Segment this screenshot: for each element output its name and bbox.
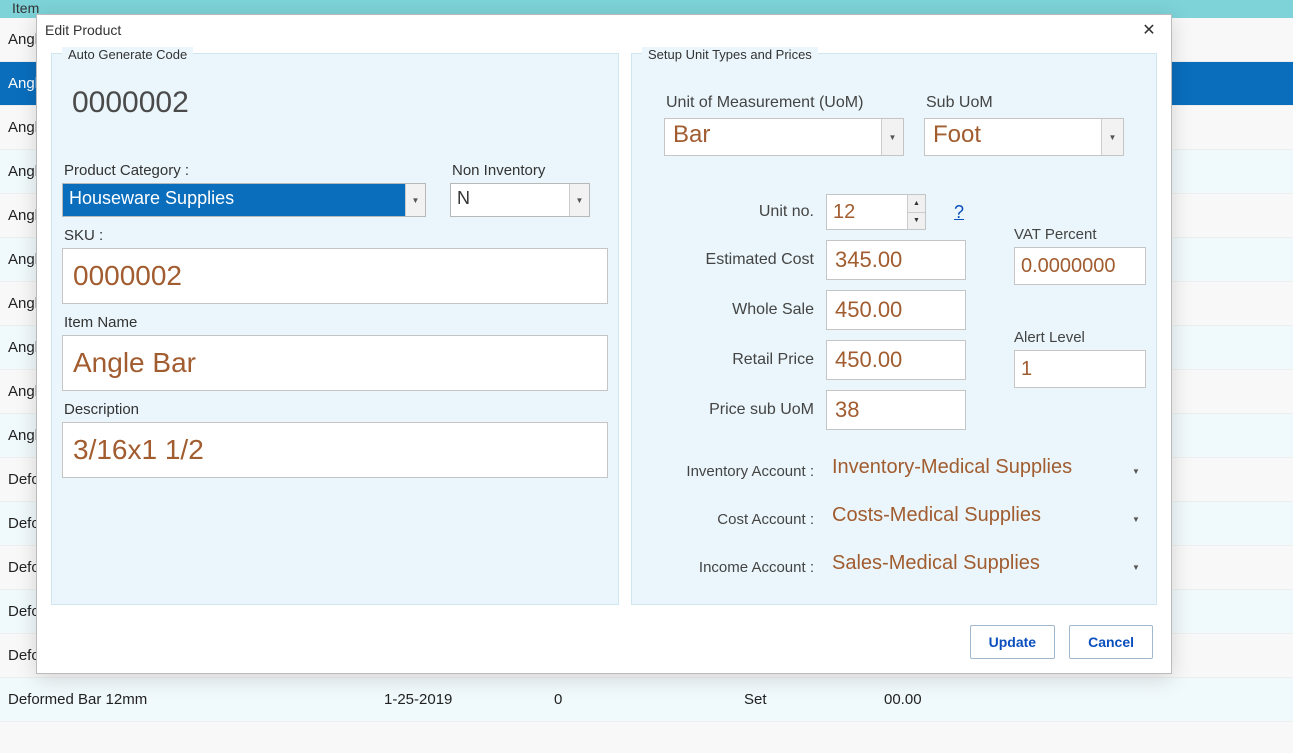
estcost-label: Estimated Cost xyxy=(664,251,814,269)
costacct-label: Cost Account : xyxy=(664,511,814,528)
chevron-down-icon: ▼ xyxy=(1126,548,1146,586)
edit-product-dialog: Edit Product ✕ Auto Generate Code 000000… xyxy=(36,14,1172,674)
chevron-down-icon: ▼ xyxy=(1126,500,1146,538)
noninv-dropdown[interactable]: N ▼ xyxy=(450,183,590,217)
chevron-down-icon: ▼ xyxy=(1101,119,1123,155)
retail-label: Retail Price xyxy=(664,351,814,369)
chevron-down-icon: ▼ xyxy=(881,119,903,155)
unitno-label: Unit no. xyxy=(664,203,814,221)
invacct-label: Inventory Account : xyxy=(664,463,814,480)
dialog-title: Edit Product xyxy=(45,22,121,38)
spin-down-icon[interactable]: ▼ xyxy=(908,213,925,230)
itemname-label: Item Name xyxy=(64,314,608,331)
description-input[interactable] xyxy=(62,422,608,478)
incomeacct-value: Sales-Medical Supplies xyxy=(826,548,1126,586)
subuom-label: Sub UoM xyxy=(924,94,1124,112)
help-link[interactable]: ? xyxy=(954,202,964,223)
left-panel: Auto Generate Code 0000002 Product Categ… xyxy=(51,53,619,605)
cell: 00.00 xyxy=(884,691,1034,708)
wholesale-label: Whole Sale xyxy=(664,301,814,319)
close-button[interactable]: ✕ xyxy=(1135,18,1163,42)
vat-input[interactable] xyxy=(1014,247,1146,285)
subuom-dropdown[interactable]: Foot ▼ xyxy=(924,118,1124,156)
incomeacct-dropdown[interactable]: Sales-Medical Supplies ▼ xyxy=(826,548,1146,586)
invacct-dropdown[interactable]: Inventory-Medical Supplies ▼ xyxy=(826,452,1146,490)
desc-label: Description xyxy=(64,401,608,418)
alert-input[interactable] xyxy=(1014,350,1146,388)
sku-input[interactable] xyxy=(62,248,608,304)
cancel-button[interactable]: Cancel xyxy=(1069,625,1153,659)
pricing-legend: Setup Unit Types and Prices xyxy=(642,47,818,62)
itemname-input[interactable] xyxy=(62,335,608,391)
cell: 1-25-2019 xyxy=(384,691,554,708)
chevron-down-icon: ▼ xyxy=(1126,452,1146,490)
cell: 0 xyxy=(554,691,744,708)
uom-value: Bar xyxy=(665,119,881,155)
pricesub-label: Price sub UoM xyxy=(664,401,814,419)
spin-up-icon[interactable]: ▲ xyxy=(908,195,925,213)
subuom-value: Foot xyxy=(925,119,1101,155)
chevron-down-icon: ▼ xyxy=(405,184,425,216)
chevron-down-icon: ▼ xyxy=(569,184,589,216)
pricesub-input[interactable] xyxy=(826,390,966,430)
category-value: Houseware Supplies xyxy=(63,184,405,216)
cell: Deformed Bar 12mm xyxy=(4,691,384,708)
unitno-stepper[interactable]: ▲ ▼ xyxy=(826,194,926,230)
autogen-code: 0000002 xyxy=(62,76,608,148)
autogen-legend: Auto Generate Code xyxy=(62,47,193,62)
retail-input[interactable] xyxy=(826,340,966,380)
close-icon: ✕ xyxy=(1142,20,1155,40)
noninv-label: Non Inventory xyxy=(452,162,590,179)
incomeacct-label: Income Account : xyxy=(664,559,814,576)
dialog-titlebar: Edit Product ✕ xyxy=(37,15,1171,45)
costacct-value: Costs-Medical Supplies xyxy=(826,500,1126,538)
dialog-footer: Update Cancel xyxy=(970,625,1153,659)
cell: Set xyxy=(744,691,884,708)
uom-dropdown[interactable]: Bar ▼ xyxy=(664,118,904,156)
vat-label: VAT Percent xyxy=(1014,226,1146,243)
table-row[interactable]: Deformed Bar 12mm1-25-20190Set00.00 xyxy=(0,678,1293,722)
alert-label: Alert Level xyxy=(1014,329,1146,346)
category-label: Product Category : xyxy=(64,162,426,179)
sku-label: SKU : xyxy=(64,227,608,244)
invacct-value: Inventory-Medical Supplies xyxy=(826,452,1126,490)
estcost-input[interactable] xyxy=(826,240,966,280)
category-dropdown[interactable]: Houseware Supplies ▼ xyxy=(62,183,426,217)
update-button[interactable]: Update xyxy=(970,625,1055,659)
right-panel: Setup Unit Types and Prices Unit of Meas… xyxy=(631,53,1157,605)
wholesale-input[interactable] xyxy=(826,290,966,330)
noninv-value: N xyxy=(451,184,569,216)
uom-label: Unit of Measurement (UoM) xyxy=(664,94,904,112)
costacct-dropdown[interactable]: Costs-Medical Supplies ▼ xyxy=(826,500,1146,538)
unitno-input[interactable] xyxy=(827,195,907,229)
